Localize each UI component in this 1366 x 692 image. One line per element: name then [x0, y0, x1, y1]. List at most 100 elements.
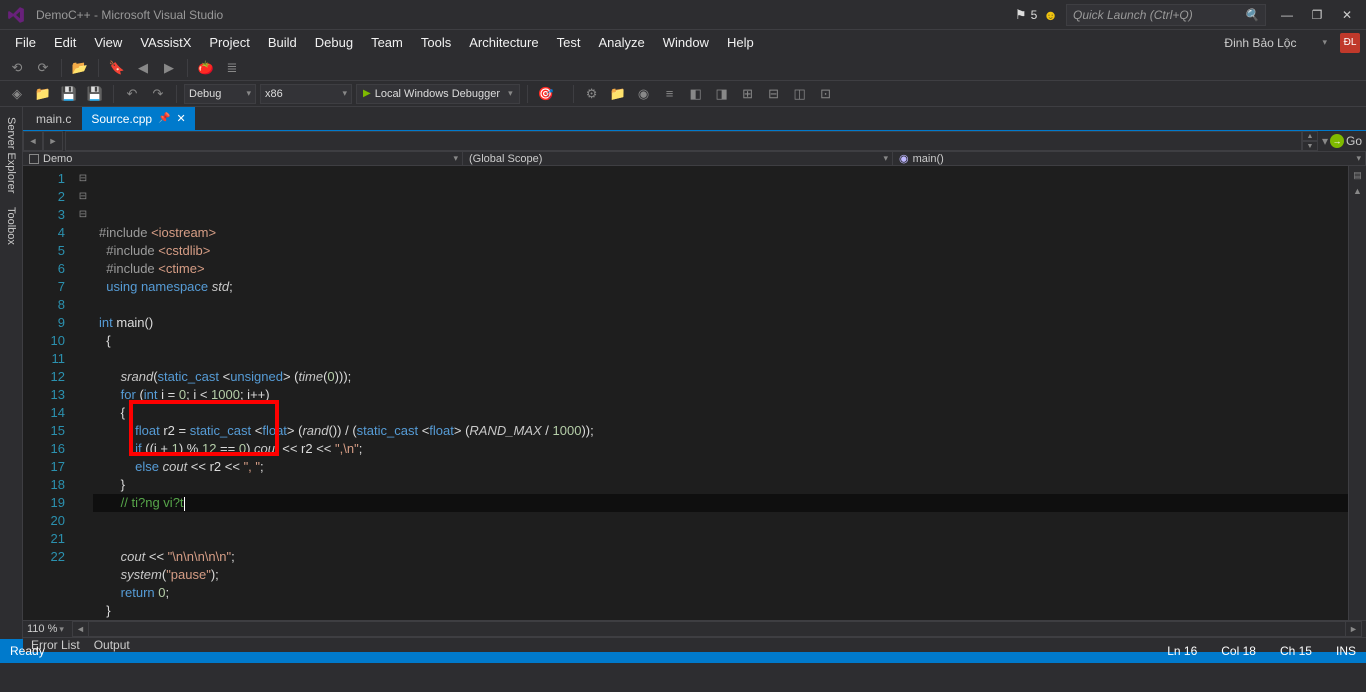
code-editor[interactable]: 12345678910111213141516171819202122 ⊟⊟⊟ …	[23, 166, 1366, 620]
pin-icon[interactable]: 📌	[158, 113, 170, 124]
function-icon: ◉	[899, 152, 909, 165]
va-icon[interactable]: 🍅	[195, 57, 217, 79]
nav-up-icon[interactable]: ▲	[1302, 131, 1318, 141]
code-content[interactable]: #include <iostream> #include <cstdlib> #…	[93, 166, 1348, 620]
menu-help[interactable]: Help	[718, 32, 763, 53]
tab-label: main.c	[36, 112, 71, 126]
menu-tools[interactable]: Tools	[412, 32, 460, 53]
menu-analyze[interactable]: Analyze	[589, 32, 653, 53]
redo-icon[interactable]: ↷	[147, 83, 169, 105]
notif-count: 5	[1031, 8, 1038, 22]
status-ready: Ready	[10, 644, 45, 658]
output-tab[interactable]: Output	[94, 638, 130, 652]
nav-back-icon[interactable]: ⟲	[6, 57, 28, 79]
nav-combo[interactable]	[65, 131, 1302, 151]
zoom-value: 110 %	[27, 623, 57, 635]
line-gutter: 12345678910111213141516171819202122	[23, 166, 73, 620]
feedback-icon[interactable]: ☻	[1043, 7, 1058, 23]
close-tab-icon[interactable]: ✕	[177, 112, 186, 125]
start-debug-button[interactable]: ▶ Local Windows Debugger ▾	[356, 84, 520, 104]
platform-combo[interactable]: x86	[260, 84, 352, 104]
titlebar: DemoC++ - Microsoft Visual Studio ⚑ 5 ☻ …	[0, 0, 1366, 30]
save-icon[interactable]: 💾	[58, 83, 80, 105]
menubar: File Edit View VAssistX Project Build De…	[0, 30, 1366, 55]
menu-vassistx[interactable]: VAssistX	[131, 32, 200, 53]
tb-icon-5[interactable]: ◧	[685, 83, 707, 105]
menu-test[interactable]: Test	[548, 32, 590, 53]
tab-main-c[interactable]: main.c	[27, 107, 80, 130]
window-title: DemoC++ - Microsoft Visual Studio	[36, 8, 223, 22]
nav-right-icon[interactable]: ►	[43, 131, 63, 151]
menu-architecture[interactable]: Architecture	[460, 32, 547, 53]
scope-bar: Demo (Global Scope) ◉ main()	[23, 152, 1366, 166]
notifications[interactable]: ⚑ 5	[1015, 7, 1037, 23]
menu-window[interactable]: Window	[654, 32, 718, 53]
menu-team[interactable]: Team	[362, 32, 412, 53]
close-button[interactable]: ✕	[1332, 4, 1362, 26]
next-bookmark-icon[interactable]: ▶	[158, 57, 180, 79]
nav-left-icon[interactable]: ◄	[23, 131, 43, 151]
menu-project[interactable]: Project	[200, 32, 258, 53]
new-project-icon[interactable]: ◈	[6, 83, 28, 105]
menu-file[interactable]: File	[6, 32, 45, 53]
split-icon[interactable]: ▤	[1351, 168, 1365, 182]
fold-column[interactable]: ⊟⊟⊟	[73, 166, 93, 620]
scroll-up-icon[interactable]: ▲	[1351, 184, 1365, 198]
status-ins: INS	[1336, 644, 1356, 658]
tb-icon-7[interactable]: ⊞	[737, 83, 759, 105]
toolbox-tab[interactable]: Toolbox	[3, 201, 19, 251]
nav-bar: ◄ ► ▲ ▼ ▾ → Go	[23, 131, 1366, 152]
user-avatar[interactable]: ĐL	[1340, 33, 1360, 53]
minimize-button[interactable]: —	[1272, 4, 1302, 26]
tab-source-cpp[interactable]: Source.cpp 📌 ✕	[82, 107, 194, 130]
open-file-icon[interactable]: 📂	[69, 57, 91, 79]
solution-config-combo[interactable]: Debug	[184, 84, 256, 104]
tb-icon-9[interactable]: ◫	[789, 83, 811, 105]
quick-launch-placeholder: Quick Launch (Ctrl+Q)	[1073, 8, 1193, 22]
toolbar-standard: ⟲ ⟳ 📂 🔖 ◀ ▶ 🍅 ≣	[0, 55, 1366, 81]
bookmark-icon[interactable]: 🔖	[106, 57, 128, 79]
server-explorer-tab[interactable]: Server Explorer	[3, 111, 19, 199]
zoom-combo[interactable]: 110 % ▾	[27, 623, 64, 635]
go-icon[interactable]: →	[1330, 134, 1344, 148]
prev-bookmark-icon[interactable]: ◀	[132, 57, 154, 79]
scroll-left-icon[interactable]: ◄	[73, 622, 89, 636]
open-icon[interactable]: 📁	[32, 83, 54, 105]
project-icon	[29, 154, 39, 164]
quick-launch-input[interactable]: Quick Launch (Ctrl+Q) 🔍	[1066, 4, 1266, 26]
go-label: Go	[1346, 134, 1362, 148]
status-col: Col 18	[1221, 644, 1256, 658]
tb-icon-8[interactable]: ⊟	[763, 83, 785, 105]
hscrollbar[interactable]: ◄ ►	[72, 621, 1362, 637]
tab-label: Source.cpp	[91, 112, 152, 126]
menu-view[interactable]: View	[85, 32, 131, 53]
nav-fwd-icon[interactable]: ⟳	[32, 57, 54, 79]
namespace-scope-combo[interactable]: (Global Scope)	[463, 152, 893, 165]
status-ch: Ch 15	[1280, 644, 1312, 658]
user-name[interactable]: Đinh Bảo Lộc	[1215, 33, 1305, 53]
indent-icon[interactable]: ≣	[221, 57, 243, 79]
tb-icon-10[interactable]: ⊡	[815, 83, 837, 105]
menu-build[interactable]: Build	[259, 32, 306, 53]
attach-icon[interactable]: 🎯	[535, 83, 557, 105]
scroll-right-icon[interactable]: ►	[1345, 622, 1361, 636]
maximize-button[interactable]: ❐	[1302, 4, 1332, 26]
function-label: main()	[913, 153, 944, 165]
tb-icon-2[interactable]: 📁	[607, 83, 629, 105]
toolbar-debug: ◈ 📁 💾 💾 ↶ ↷ Debug x86 ▶ Local Windows De…	[0, 81, 1366, 107]
undo-icon[interactable]: ↶	[121, 83, 143, 105]
side-tool-tabs: Server Explorer Toolbox	[0, 107, 22, 639]
editor-right-strip: ▤ ▲	[1348, 166, 1366, 620]
menu-debug[interactable]: Debug	[306, 32, 362, 53]
nav-down-icon[interactable]: ▼	[1302, 141, 1318, 151]
function-scope-combo[interactable]: ◉ main()	[893, 152, 1366, 165]
tb-icon-4[interactable]: ≡	[659, 83, 681, 105]
save-all-icon[interactable]: 💾	[84, 83, 106, 105]
tb-icon-6[interactable]: ◨	[711, 83, 733, 105]
bottom-tool-tabs: Error List Output	[23, 637, 1366, 652]
project-scope-combo[interactable]: Demo	[23, 152, 463, 165]
tb-icon-3[interactable]: ◉	[633, 83, 655, 105]
namespace-label: (Global Scope)	[469, 153, 542, 165]
menu-edit[interactable]: Edit	[45, 32, 85, 53]
tb-icon-1[interactable]: ⚙	[581, 83, 603, 105]
